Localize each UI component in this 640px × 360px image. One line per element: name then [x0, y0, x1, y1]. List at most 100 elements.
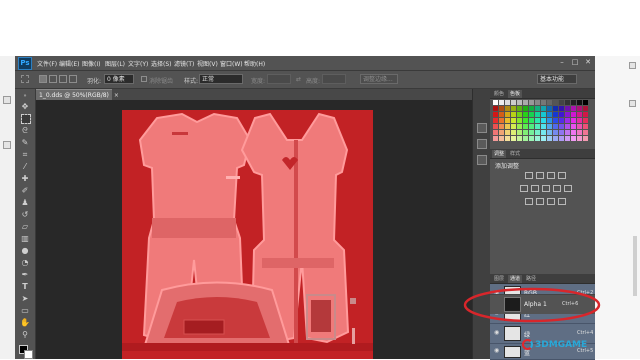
tab-layers[interactable]: 图层	[492, 275, 506, 283]
healing-brush-tool-icon[interactable]: ✚	[20, 174, 30, 184]
color-swatch[interactable]	[541, 106, 546, 111]
width-input[interactable]	[267, 74, 291, 84]
color-swatch[interactable]	[499, 112, 504, 117]
color-swatch[interactable]	[553, 100, 558, 105]
color-swatch[interactable]	[535, 124, 540, 129]
brightness-adjustment-icon[interactable]	[525, 172, 533, 179]
brush-tool-icon[interactable]: ✐	[20, 186, 30, 196]
color-swatch[interactable]	[493, 106, 498, 111]
color-swatch[interactable]	[535, 136, 540, 141]
history-panel-icon[interactable]	[477, 123, 487, 133]
color-swatch[interactable]	[559, 100, 564, 105]
color-swatch[interactable]	[577, 124, 582, 129]
photo-filter-adjustment-icon[interactable]	[564, 185, 572, 192]
color-swatch[interactable]	[505, 136, 510, 141]
eyedropper-tool-icon[interactable]: ⁄	[20, 162, 30, 172]
curves-adjustment-icon[interactable]	[547, 172, 555, 179]
color-swatch[interactable]	[583, 112, 588, 117]
color-swatch[interactable]	[553, 124, 558, 129]
tab-swatches[interactable]: 色板	[508, 90, 523, 98]
color-swatch[interactable]	[541, 130, 546, 135]
color-swatch[interactable]	[493, 118, 498, 123]
menu-view[interactable]: 视图(V)	[197, 59, 218, 68]
color-swatch[interactable]	[511, 130, 516, 135]
color-swatch[interactable]	[523, 130, 528, 135]
color-swatch[interactable]	[547, 112, 552, 117]
menu-image[interactable]: 图像(I)	[82, 59, 100, 68]
info-panel-icon[interactable]	[477, 155, 487, 165]
minimize-button[interactable]: –	[557, 58, 567, 67]
color-swatch[interactable]	[547, 136, 552, 141]
maximize-button[interactable]: □	[570, 58, 580, 67]
color-swatch[interactable]	[517, 100, 522, 105]
color-swatch[interactable]	[553, 112, 558, 117]
color-swatch[interactable]	[505, 100, 510, 105]
antialias-checkbox[interactable]	[141, 76, 147, 82]
color-swatch[interactable]	[571, 100, 576, 105]
color-swatch[interactable]	[505, 106, 510, 111]
color-swatch[interactable]	[577, 118, 582, 123]
color-swatch[interactable]	[511, 106, 516, 111]
color-swatch[interactable]	[517, 136, 522, 141]
dodge-tool-icon[interactable]: ◔	[20, 258, 30, 268]
color-swatch[interactable]	[499, 130, 504, 135]
tab-channels[interactable]: 通道	[508, 275, 523, 283]
zoom-tool-icon[interactable]: ⚲	[20, 330, 30, 340]
menu-edit[interactable]: 编辑(E)	[59, 59, 79, 68]
color-swatch[interactable]	[523, 136, 528, 141]
color-swatch[interactable]	[517, 118, 522, 123]
color-swatch[interactable]	[571, 106, 576, 111]
color-swatch[interactable]	[583, 130, 588, 135]
menu-window[interactable]: 窗口(W)	[220, 59, 243, 68]
exposure-adjustment-icon[interactable]	[558, 172, 566, 179]
subtract-from-selection-icon[interactable]	[59, 75, 67, 83]
color-swatch[interactable]	[535, 130, 540, 135]
rectangle-tool-icon[interactable]: ▭	[20, 306, 30, 316]
tab-styles[interactable]: 样式	[508, 150, 522, 158]
color-swatch[interactable]	[523, 112, 528, 117]
color-swatch[interactable]	[517, 130, 522, 135]
color-swatch[interactable]	[517, 106, 522, 111]
color-swatch[interactable]	[553, 130, 558, 135]
color-swatch[interactable]	[529, 112, 534, 117]
color-swatch[interactable]	[499, 136, 504, 141]
color-swatch[interactable]	[535, 118, 540, 123]
eye-icon[interactable]: ◉	[494, 330, 500, 336]
history-brush-tool-icon[interactable]: ↺	[20, 210, 30, 220]
color-swatch[interactable]	[505, 124, 510, 129]
color-swatch[interactable]	[547, 100, 552, 105]
color-swatch[interactable]	[553, 106, 558, 111]
swap-icon[interactable]: ⇄	[296, 76, 301, 83]
color-swatch[interactable]	[547, 106, 552, 111]
style-select[interactable]: 正常	[199, 74, 243, 84]
color-swatch[interactable]	[517, 124, 522, 129]
color-swatch[interactable]	[505, 118, 510, 123]
gradient-map-adjustment-icon[interactable]	[558, 198, 566, 205]
tab-paths[interactable]: 路径	[524, 275, 538, 283]
color-swatch[interactable]	[559, 112, 564, 117]
color-swatch[interactable]	[511, 118, 516, 123]
color-swatch[interactable]	[529, 136, 534, 141]
color-swatch[interactable]	[499, 100, 504, 105]
color-swatch[interactable]	[583, 136, 588, 141]
hue-saturation-adjustment-icon[interactable]	[531, 185, 539, 192]
background-color-swatch[interactable]	[24, 350, 33, 359]
color-swatch[interactable]	[493, 136, 498, 141]
color-swatch[interactable]	[493, 130, 498, 135]
color-swatch[interactable]	[499, 118, 504, 123]
menu-help[interactable]: 帮助(H)	[244, 59, 265, 68]
color-swatch[interactable]	[565, 136, 570, 141]
color-swatch[interactable]	[559, 106, 564, 111]
document-tab[interactable]: 1_0.dds @ 50%(RGB/8) ×	[36, 89, 119, 100]
new-selection-icon[interactable]	[39, 75, 47, 83]
color-swatch[interactable]	[493, 124, 498, 129]
color-swatch[interactable]	[511, 136, 516, 141]
close-button[interactable]: ✕	[583, 58, 593, 67]
color-balance-adjustment-icon[interactable]	[542, 185, 550, 192]
hand-tool-icon[interactable]: ✋	[20, 318, 30, 328]
add-to-selection-icon[interactable]	[49, 75, 57, 83]
color-swatch[interactable]	[577, 112, 582, 117]
color-swatch[interactable]	[535, 106, 540, 111]
color-swatch[interactable]	[583, 106, 588, 111]
desktop-scrollbar[interactable]	[633, 236, 637, 296]
